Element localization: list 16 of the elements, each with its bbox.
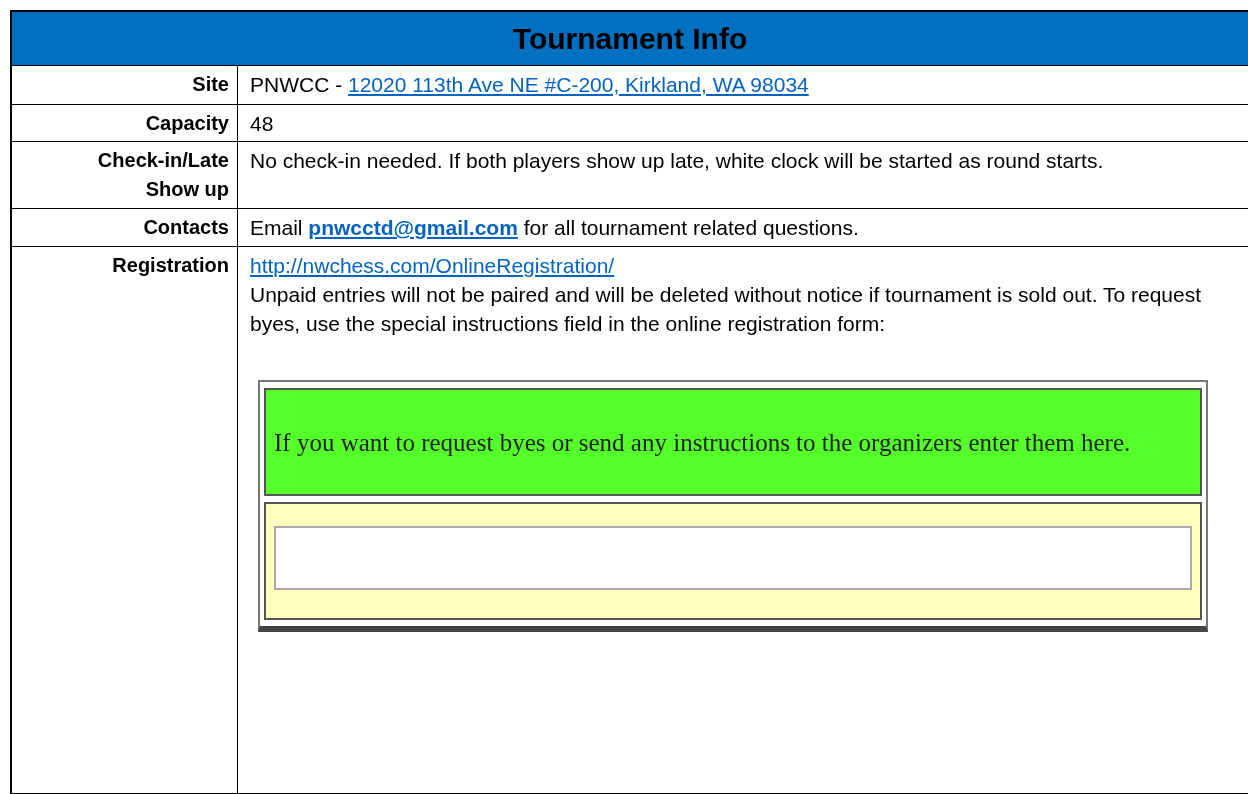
row-label: Site xyxy=(12,66,238,105)
row-label: Capacity xyxy=(12,105,238,142)
paragraph-text: No check-in needed. If both players show up late, white clock will be started as round starts. xyxy=(250,148,1104,174)
link[interactable]: 12020 113th Ave NE #C-200, Kirkland, WA 98034 xyxy=(348,73,809,96)
paragraph-text: PNWCC - 12020 113th Ave NE #C-200, Kirkland, WA 98034 xyxy=(250,72,809,98)
link[interactable]: pnwcctd@gmail.com xyxy=(308,216,518,239)
paragraph-text: 48 xyxy=(250,111,274,137)
paragraph-text: Email pnwcctd@gmail.com for all tournament related questions. xyxy=(250,215,859,241)
paragraph-text: Unpaid entries will not be paired and will be deleted without notice if tournament is sold out. To request byes, use the special instructions field in the online registration form: xyxy=(250,282,1202,337)
row-label: Contacts xyxy=(12,209,238,247)
table-title: Tournament Info xyxy=(12,12,1248,66)
input-field[interactable] xyxy=(274,526,1192,590)
row-label: Check-in/Late Show up xyxy=(12,142,238,209)
form-prompt: If you want to request byes or send any instructions to the organizers enter them here. xyxy=(264,388,1202,496)
link[interactable]: http://nwchess.com/OnlineRegistration/ xyxy=(250,254,615,277)
row-label: Registration xyxy=(12,247,238,794)
